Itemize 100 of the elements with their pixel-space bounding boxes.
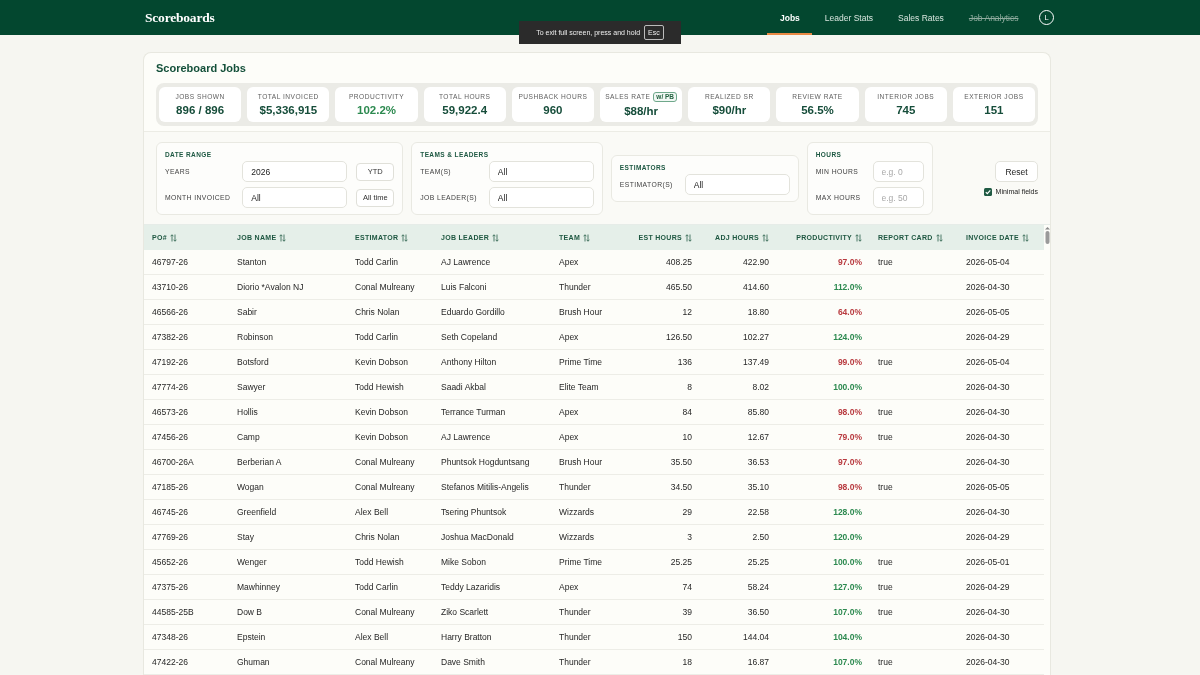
invoice-date: 2026-04-29: [966, 581, 1010, 593]
job-leader-name: AJ Lawrence: [441, 431, 491, 443]
productivity-value: 97.0%: [837, 256, 862, 268]
team-name: Wizzards: [559, 506, 594, 518]
sort-icon[interactable]: [492, 233, 500, 242]
adj-hours-value: 58.24: [747, 581, 769, 593]
sort-icon[interactable]: [169, 233, 177, 242]
po-number: 46797-26: [152, 256, 188, 268]
estimator-name: Kevin Dobson: [355, 356, 408, 368]
estimator-name: Conal Mulreany: [355, 606, 415, 618]
nav-link[interactable]: Jobs: [767, 0, 813, 35]
est-hours-value: 465.50: [666, 281, 692, 293]
job-name: Sabir: [237, 306, 257, 318]
team-name: Thunder: [559, 606, 591, 618]
team-name: Apex: [559, 256, 579, 268]
job-name: Stay: [237, 531, 254, 543]
input-field[interactable]: All: [488, 161, 594, 182]
estimator-name: Chris Nolan: [355, 306, 400, 318]
productivity-value: 107.0%: [833, 606, 862, 618]
stat-value: 896 / 896: [176, 103, 225, 117]
estimator-name: Todd Hewish: [355, 381, 404, 393]
sort-icon[interactable]: [855, 233, 862, 242]
adj-hours-value: 35.10: [747, 481, 769, 493]
team-name: Elite Team: [559, 381, 599, 393]
invoice-date: 2026-04-30: [966, 506, 1010, 518]
app-logo: Scoreboards: [145, 9, 215, 26]
input-field[interactable]: All: [488, 187, 594, 208]
sort-icon[interactable]: [583, 233, 591, 242]
sort-icon[interactable]: [935, 233, 943, 242]
productivity-value: 104.0%: [833, 631, 862, 643]
input-field[interactable]: All: [684, 174, 790, 195]
sort-icon[interactable]: [1021, 233, 1029, 242]
invoice-date: 2026-04-30: [966, 456, 1010, 468]
team-name: Brush Hour: [559, 306, 602, 318]
nav-link[interactable]: Leader Stats: [812, 0, 886, 35]
adj-hours-value: 414.60: [743, 281, 769, 293]
reset-button[interactable]: Reset: [995, 161, 1038, 182]
est-hours-value: 18: [682, 656, 692, 668]
po-number: 47192-26: [152, 356, 188, 368]
productivity-value: 107.0%: [833, 656, 862, 668]
productivity-value: 124.0%: [833, 331, 862, 343]
po-number: 46700-26A: [152, 456, 194, 468]
job-leader-name: Mike Sobon: [441, 556, 486, 568]
productivity-value: 100.0%: [833, 556, 862, 568]
job-leader-name: Terrance Turman: [441, 406, 506, 418]
adj-hours-value: 2.50: [752, 531, 769, 543]
estimator-name: Conal Mulreany: [355, 656, 415, 668]
productivity-value: 100.0%: [833, 381, 862, 393]
input-field[interactable]: All: [242, 187, 348, 208]
report-card-value: true: [878, 356, 893, 368]
estimator-name: Todd Carlin: [355, 331, 398, 343]
input-field[interactable]: e.g. 0: [872, 161, 924, 182]
po-number: 46573-26: [152, 406, 188, 418]
estimator-name: Conal Mulreany: [355, 456, 415, 468]
productivity-value: 128.0%: [833, 506, 862, 518]
report-card-value: true: [878, 606, 893, 618]
invoice-date: 2026-04-30: [966, 431, 1010, 443]
po-number: 45652-26: [152, 556, 188, 568]
job-name: Greenfield: [237, 506, 277, 518]
stat-value: $88/hr: [624, 104, 659, 118]
po-number: 47382-26: [152, 331, 188, 343]
est-hours-value: 39: [682, 606, 692, 618]
job-leader-name: Tsering Phuntsok: [441, 506, 507, 518]
team-name: Prime Time: [559, 356, 602, 368]
estimator-name: Todd Hewish: [355, 556, 404, 568]
est-hours-value: 25.25: [670, 556, 692, 568]
job-leader-name: Seth Copeland: [441, 331, 498, 343]
productivity-value: 98.0%: [837, 481, 862, 493]
job-leader-name: Dave Smith: [441, 656, 485, 668]
nav-link[interactable]: Sales Rates: [885, 0, 957, 35]
estimator-name: Todd Carlin: [355, 581, 398, 593]
po-number: 43710-26: [152, 281, 188, 293]
sort-icon[interactable]: [685, 233, 692, 242]
po-number: 47774-26: [152, 381, 188, 393]
estimator-name: Chris Nolan: [355, 531, 400, 543]
job-name: Diorio *Avalon NJ: [237, 281, 304, 293]
report-card-value: true: [878, 481, 893, 493]
input-field[interactable]: 2026: [242, 161, 348, 182]
po-number: 46745-26: [152, 506, 188, 518]
job-name: Mawhinney: [237, 581, 280, 593]
scrollbar[interactable]: [1044, 227, 1050, 244]
est-hours-value: 408.25: [666, 256, 692, 268]
po-number: 47769-26: [152, 531, 188, 543]
input-field[interactable]: e.g. 50: [872, 187, 924, 208]
job-name: Sawyer: [237, 381, 266, 393]
stat-value: $90/hr: [712, 103, 747, 117]
job-leader-name: Phuntsok Hogduntsang: [441, 456, 530, 468]
team-name: Apex: [559, 581, 579, 593]
sort-icon[interactable]: [279, 233, 287, 242]
job-leader-name: Luis Falconi: [441, 281, 487, 293]
productivity-value: 99.0%: [837, 356, 862, 368]
checkbox[interactable]: [983, 187, 992, 196]
est-hours-value: 12: [682, 306, 692, 318]
sort-icon[interactable]: [762, 233, 769, 242]
job-name: Stanton: [237, 256, 267, 268]
job-leader-name: Teddy Lazaridis: [441, 581, 501, 593]
adj-hours-value: 25.25: [747, 556, 769, 568]
team-name: Wizzards: [559, 531, 594, 543]
po-number: 46566-26: [152, 306, 188, 318]
sort-icon[interactable]: [401, 233, 409, 242]
